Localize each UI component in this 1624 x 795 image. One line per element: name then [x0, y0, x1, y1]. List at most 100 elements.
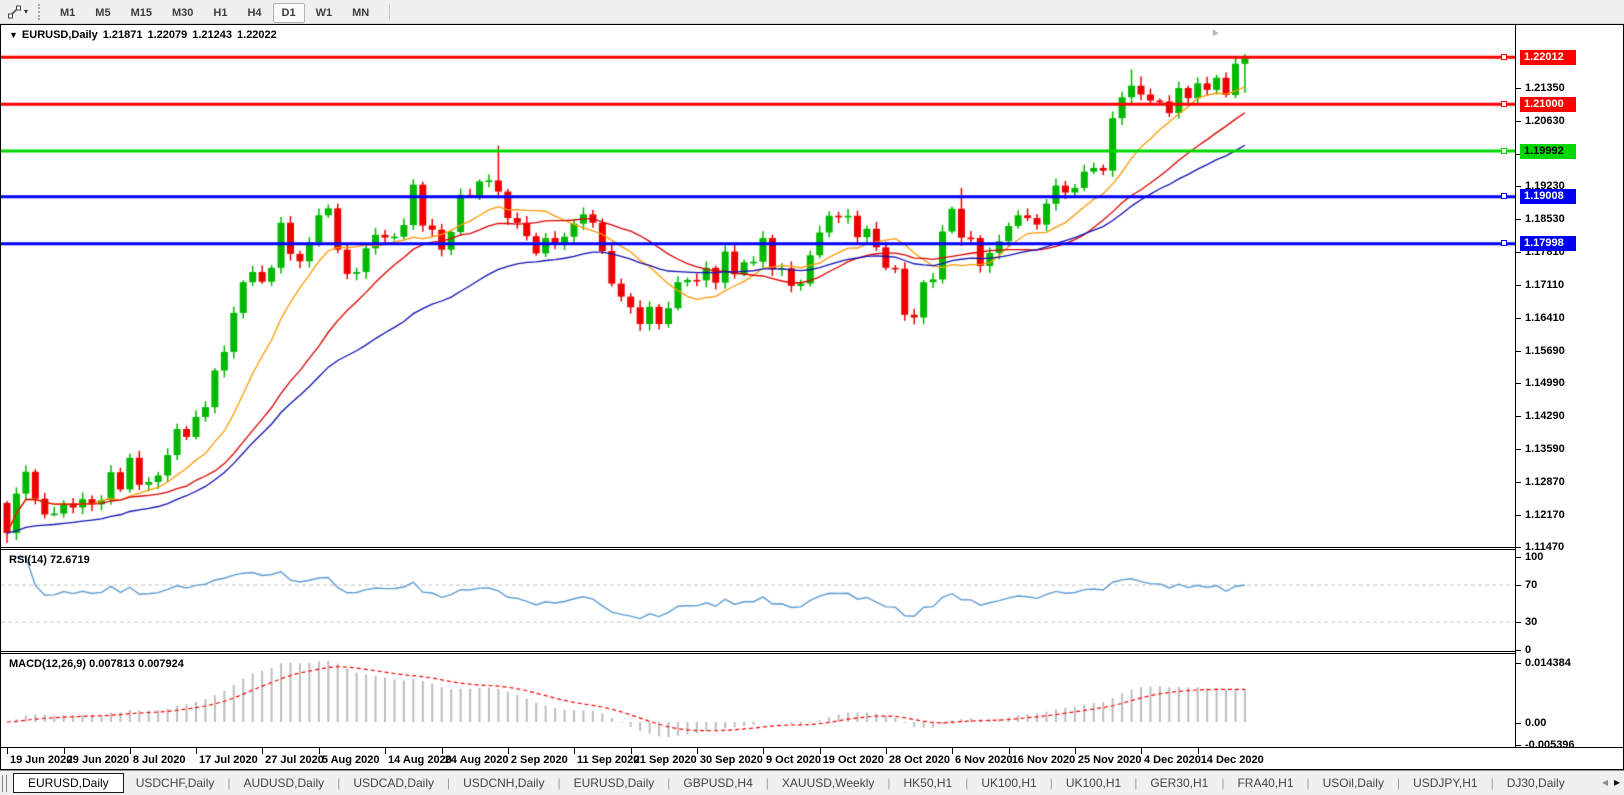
chart-tab-uk100-h1[interactable]: UK100,H1 — [969, 774, 1048, 792]
chart-tab-xauusd-weekly[interactable]: XAUUSD,Weekly — [770, 774, 886, 792]
price-tick-tick — [1516, 318, 1521, 319]
date-tick-label: 19 Jun 2020 — [10, 754, 72, 766]
chart-tab-usdcad-daily[interactable]: USDCAD,Daily — [341, 774, 446, 792]
date-tick — [820, 748, 821, 754]
rsi-axis-tick — [1516, 585, 1521, 586]
chart-symbol-label: EURUSD,Daily — [22, 29, 98, 41]
chart-tab-eurusd-daily[interactable]: EURUSD,Daily — [13, 773, 124, 793]
mt4-terminal: ▾ M1M5M15M30H1H4D1W1MN ▼ EURUSD,Daily 1.21… — [0, 0, 1624, 795]
chart-tab-eurusd-daily[interactable]: EURUSD,Daily — [562, 774, 667, 792]
price-tick-label: 1.12170 — [1525, 508, 1565, 522]
rsi-pane: RSI(14) 72.6719 — [1, 547, 1515, 651]
date-tick-label: 28 Oct 2020 — [889, 754, 950, 766]
chart-tab-usdjpy-h1[interactable]: USDJPY,H1 — [1401, 774, 1489, 792]
timeframe-toolbar: ▾ M1M5M15M30H1H4D1W1MN — [0, 0, 1624, 24]
rsi-label: RSI(14) 72.6719 — [9, 554, 90, 566]
tab-scroll-right-icon[interactable]: ▸ — [1614, 775, 1620, 789]
line-studies-dropdown-caret[interactable]: ▾ — [24, 7, 28, 16]
date-tick — [886, 748, 887, 754]
macd-axis-label: 0.00 — [1525, 716, 1546, 730]
macd-chart-canvas[interactable] — [1, 654, 1515, 747]
date-tick — [1009, 748, 1010, 754]
chart-tab-usdchf-daily[interactable]: USDCHF,Daily — [124, 774, 227, 792]
tabbar-grip[interactable] — [2, 775, 7, 792]
chart-tab-hk50-h1[interactable]: HK50,H1 — [891, 774, 964, 792]
date-tick — [130, 748, 131, 754]
date-tick-label: 21 Sep 2020 — [634, 754, 697, 766]
chart-tab-audusd-daily[interactable]: AUDUSD,Daily — [232, 774, 337, 792]
timeframe-button-d1[interactable]: D1 — [273, 3, 305, 23]
date-tick-label: 17 Jul 2020 — [199, 754, 258, 766]
chart-tab-bar: EURUSD,DailyUSDCHF,Daily|AUDUSD,Daily|US… — [0, 770, 1624, 795]
chart-tab-usdcnh-daily[interactable]: USDCNH,Daily — [451, 774, 556, 792]
chart-tab-uk100-h1[interactable]: UK100,H1 — [1054, 774, 1133, 792]
price-tick-tick — [1516, 383, 1521, 384]
date-tick — [196, 748, 197, 754]
level-line-handle[interactable] — [1501, 101, 1507, 107]
ohlc-low: 1.21243 — [192, 29, 232, 41]
timeframe-button-m30[interactable]: M30 — [163, 3, 202, 23]
chart-tab-gbpusd-h4[interactable]: GBPUSD,H4 — [671, 774, 764, 792]
ohlc-high: 1.22079 — [147, 29, 187, 41]
date-tick — [631, 748, 632, 754]
candlestick-chart-canvas[interactable] — [1, 25, 1515, 547]
date-tick-label: 5 Aug 2020 — [322, 754, 380, 766]
line-studies-icon[interactable] — [4, 3, 24, 21]
date-tick-label: 4 Dec 2020 — [1144, 754, 1201, 766]
date-tick-label: 11 Sep 2020 — [577, 754, 639, 766]
date-tick-label: 9 Oct 2020 — [766, 754, 821, 766]
date-tick-label: 30 Sep 2020 — [700, 754, 763, 766]
date-tick — [319, 748, 320, 754]
price-tick-tick — [1516, 416, 1521, 417]
level-price-badge: 1.17998 — [1520, 236, 1576, 251]
ohlc-close: 1.22022 — [237, 29, 277, 41]
timeframe-button-m15[interactable]: M15 — [122, 3, 161, 23]
collapse-indicators-icon[interactable]: ▼ — [9, 30, 18, 40]
timeframe-button-m5[interactable]: M5 — [86, 3, 119, 23]
chart-tab-dj30-daily[interactable]: DJ30,Daily — [1495, 774, 1573, 792]
timeframe-button-h1[interactable]: H1 — [204, 3, 236, 23]
price-tick-label: 1.15690 — [1525, 344, 1565, 358]
toolbar-separator — [389, 4, 390, 20]
chart-tab-ger30-h1[interactable]: GER30,H1 — [1138, 774, 1220, 792]
rsi-axis-label: 0 — [1525, 643, 1531, 657]
price-tick-tick — [1516, 285, 1521, 286]
timeframe-button-h4[interactable]: H4 — [238, 3, 270, 23]
date-tick — [385, 748, 386, 754]
price-tick-tick — [1516, 482, 1521, 483]
date-tick — [1141, 748, 1142, 754]
level-line-handle[interactable] — [1501, 193, 1507, 199]
toolbar-grip[interactable] — [38, 4, 42, 20]
price-pane: ▼EURUSD,Daily1.218711.220791.212431.2202… — [1, 25, 1515, 547]
date-tick — [508, 748, 509, 754]
rsi-axis-tick — [1516, 650, 1521, 651]
date-tick-label: 6 Nov 2020 — [955, 754, 1012, 766]
timeframe-button-mn[interactable]: MN — [343, 3, 378, 23]
price-tick-tick — [1516, 121, 1521, 122]
level-line-handle[interactable] — [1501, 148, 1507, 154]
tab-scroll-left-icon[interactable]: ◂ — [1602, 775, 1608, 789]
chart-tab-usoil-daily[interactable]: USOil,Daily — [1311, 774, 1396, 792]
date-axis: 19 Jun 202029 Jun 20208 Jul 202017 Jul 2… — [1, 747, 1623, 769]
level-line-handle[interactable] — [1501, 54, 1507, 60]
rsi-axis-tick — [1516, 557, 1521, 558]
timeframe-button-w1[interactable]: W1 — [307, 3, 342, 23]
date-tick — [1198, 748, 1199, 754]
price-tick-tick — [1516, 547, 1521, 548]
date-tick-label: 14 Aug 2020 — [388, 754, 452, 766]
date-tick-label: 29 Jun 2020 — [67, 754, 129, 766]
price-tick-label: 1.14290 — [1525, 409, 1565, 423]
macd-pane: MACD(12,26,9) 0.007813 0.007924 — [1, 651, 1515, 747]
rsi-chart-canvas[interactable] — [1, 550, 1515, 651]
price-tick-label: 1.16410 — [1525, 311, 1565, 325]
chart-tab-fra40-h1[interactable]: FRA40,H1 — [1225, 774, 1305, 792]
date-tick-label: 27 Jul 2020 — [265, 754, 324, 766]
price-tick-tick — [1516, 219, 1521, 220]
timeframe-button-m1[interactable]: M1 — [51, 3, 84, 23]
date-tick — [697, 748, 698, 754]
rsi-axis-tick — [1516, 622, 1521, 623]
date-tick-label: 14 Dec 2020 — [1201, 754, 1264, 766]
price-tick-tick — [1516, 449, 1521, 450]
level-line-handle[interactable] — [1501, 240, 1507, 246]
date-tick — [1075, 748, 1076, 754]
